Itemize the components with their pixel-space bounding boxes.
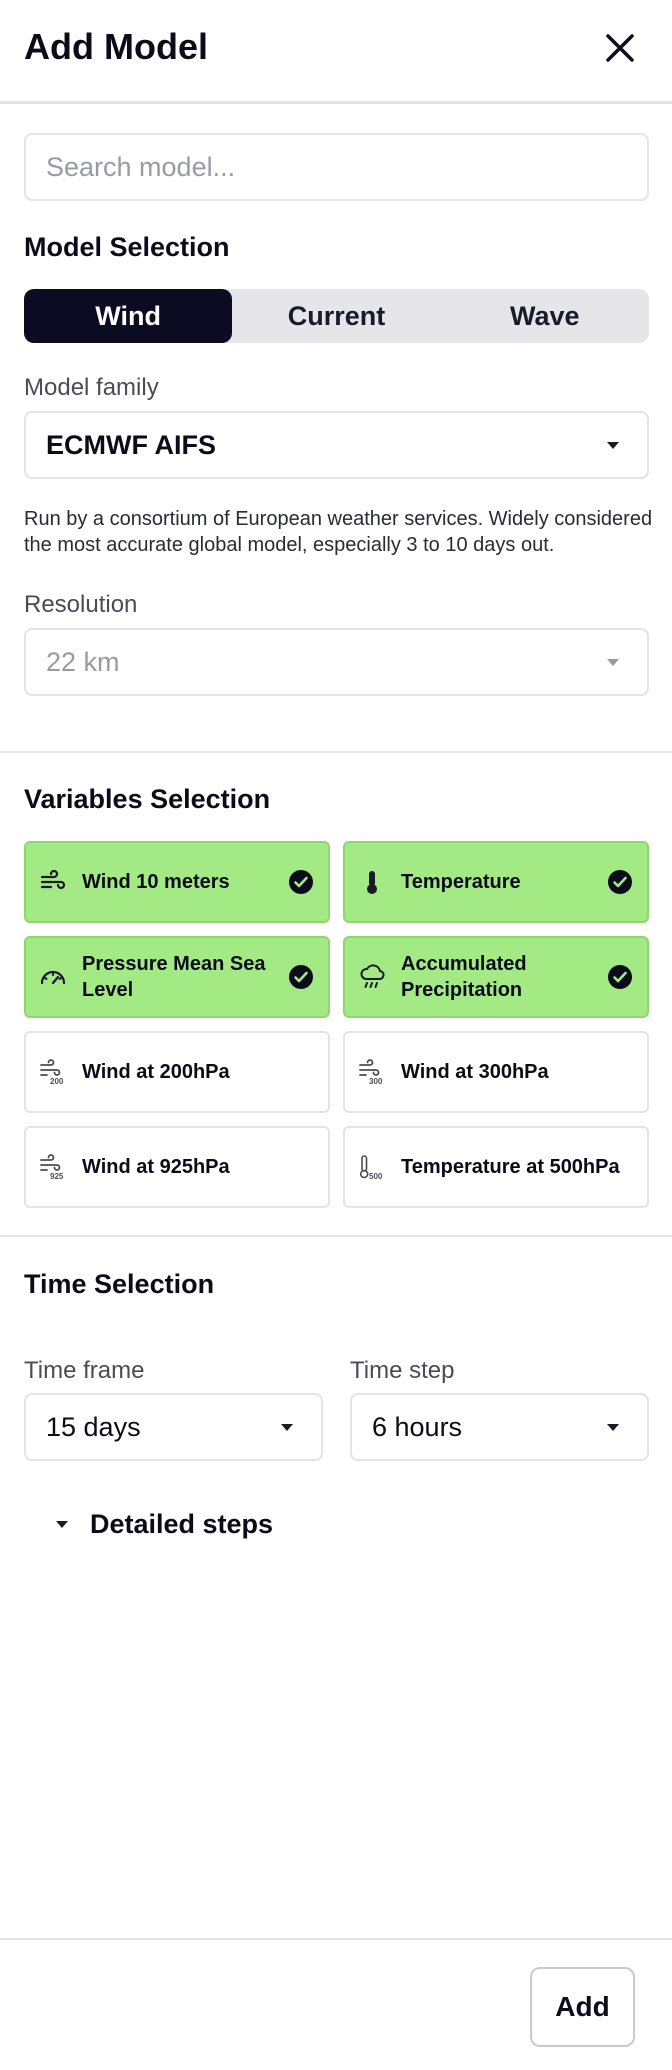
tab-current[interactable]: Current [232, 289, 440, 343]
variable-label: Wind at 300hPa [401, 1061, 549, 1083]
model-family-select[interactable]: ECMWF AIFS [24, 411, 649, 479]
time-step-select[interactable]: 6 hours [350, 1393, 649, 1461]
variable-wind-200hpa[interactable]: 200 Wind at 200hPa [24, 1031, 330, 1113]
model-family-label: Model family [24, 374, 159, 401]
check-circle-icon [289, 965, 313, 989]
variable-label: Temperature at 500hPa [401, 1156, 620, 1178]
variable-wind-925hpa[interactable]: 925 Wind at 925hPa [24, 1126, 330, 1208]
model-type-switch: Wind Current Wave [24, 289, 649, 343]
tab-wind[interactable]: Wind [24, 289, 233, 343]
resolution-value: 22 km [46, 646, 120, 677]
time-frame-label: Time frame [24, 1357, 145, 1384]
check-circle-icon [289, 870, 313, 894]
model-description: Run by a consortium of European weather … [24, 508, 653, 556]
variables-grid: Wind 10 meters Temperature Pressure Mean… [24, 841, 649, 1208]
variable-label: Wind at 925hPa [82, 1156, 230, 1178]
rain-cloud-icon [357, 962, 387, 992]
wind-300-icon: 300 [357, 1057, 387, 1087]
time-step-label: Time step [350, 1357, 455, 1384]
gauge-icon [38, 962, 68, 992]
pressure-badge: 925 [50, 1172, 64, 1181]
time-frame-select[interactable]: 15 days [24, 1393, 323, 1461]
resolution-label: Resolution [24, 591, 138, 618]
pressure-badge: 200 [50, 1077, 64, 1086]
tab-wave[interactable]: Wave [441, 289, 649, 343]
detailed-steps-label: Detailed steps [90, 1509, 274, 1539]
model-family-value: ECMWF AIFS [46, 429, 216, 460]
time-frame-value: 15 days [46, 1411, 141, 1442]
modal-header: Add Model [0, 0, 672, 104]
variable-wind-300hpa[interactable]: 300 Wind at 300hPa [343, 1031, 649, 1113]
variable-label: Wind at 200hPa [82, 1061, 230, 1083]
search-input[interactable] [24, 133, 649, 201]
caret-down-icon [607, 1423, 619, 1431]
caret-down-icon [607, 658, 619, 666]
section-divider [0, 751, 672, 753]
resolution-select: 22 km [24, 628, 649, 696]
time-selection-title: Time Selection [24, 1269, 215, 1299]
pressure-badge: 500 [369, 1172, 383, 1181]
check-circle-icon [608, 965, 632, 989]
caret-down-icon [281, 1423, 293, 1431]
variable-label: Accumulated Precipitation [401, 953, 527, 1001]
variable-label: Wind 10 meters [82, 871, 230, 893]
add-button[interactable]: Add [530, 1967, 635, 2047]
variables-title: Variables Selection [24, 784, 271, 814]
pressure-badge: 300 [369, 1077, 383, 1086]
check-circle-icon [608, 870, 632, 894]
wind-200-icon: 200 [38, 1057, 68, 1087]
variable-label: Temperature [401, 871, 521, 893]
variable-temperature[interactable]: Temperature [343, 841, 649, 923]
thermometer-500-icon: 500 [357, 1152, 387, 1182]
variable-label: Pressure Mean Sea Level [82, 953, 266, 1001]
footer-divider [0, 1938, 672, 1940]
variable-temperature-500hpa[interactable]: 500 Temperature at 500hPa [343, 1126, 649, 1208]
wind-925-icon: 925 [38, 1152, 68, 1182]
variable-pressure-msl[interactable]: Pressure Mean Sea Level [24, 936, 330, 1018]
model-selection-title: Model Selection [24, 232, 230, 262]
time-step-value: 6 hours [372, 1411, 463, 1442]
variable-wind-10m[interactable]: Wind 10 meters [24, 841, 330, 923]
variable-precipitation[interactable]: Accumulated Precipitation [343, 936, 649, 1018]
wind-icon [38, 867, 68, 897]
section-divider [0, 1235, 672, 1237]
close-icon[interactable] [600, 28, 640, 68]
detailed-steps-toggle[interactable]: Detailed steps [56, 1509, 273, 1540]
modal-title: Add Model [24, 26, 208, 67]
caret-down-icon [56, 1521, 68, 1528]
caret-down-icon [607, 441, 619, 449]
thermometer-icon [357, 867, 387, 897]
